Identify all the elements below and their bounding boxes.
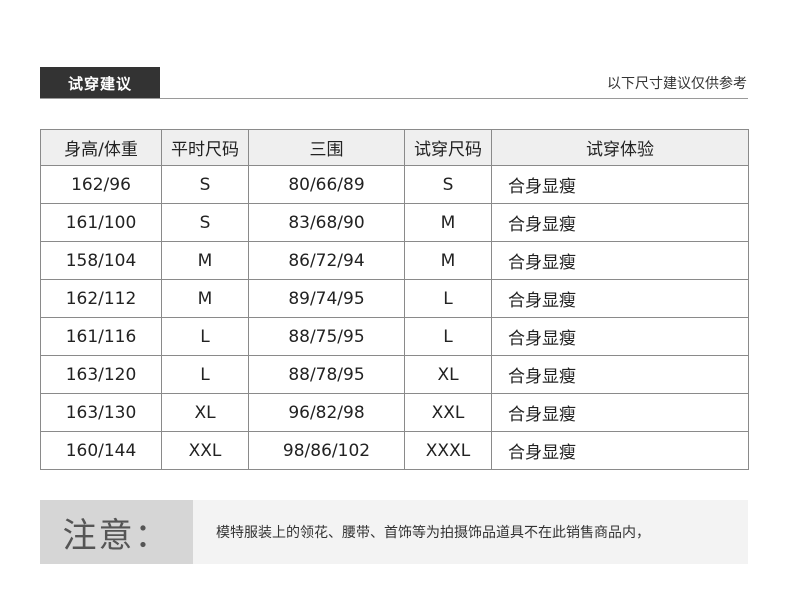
cell-height-weight: 158/104 [40,241,162,280]
section-title: 试穿建议 [40,67,160,99]
cell-trial-size: XXL [404,393,492,432]
column-header-measurements: 三围 [248,129,405,166]
cell-height-weight: 161/116 [40,317,162,356]
table-row: 162/96 S 80/66/89 S 合身显瘦 [40,165,749,204]
cell-experience: 合身显瘦 [491,393,749,432]
table-header-row: 身高/体重 平时尺码 三围 试穿尺码 试穿体验 [40,129,749,166]
cell-height-weight: 162/112 [40,279,162,318]
cell-experience: 合身显瘦 [491,203,749,242]
cell-height-weight: 160/144 [40,431,162,470]
cell-measurements: 96/82/98 [248,393,405,432]
column-header-usual-size: 平时尺码 [161,129,249,166]
cell-usual-size: M [161,279,249,318]
cell-measurements: 86/72/94 [248,241,405,280]
cell-measurements: 89/74/95 [248,279,405,318]
cell-experience: 合身显瘦 [491,355,749,394]
cell-measurements: 98/86/102 [248,431,405,470]
cell-experience: 合身显瘦 [491,165,749,204]
cell-usual-size: L [161,355,249,394]
table-row: 158/104 M 86/72/94 M 合身显瘦 [40,241,749,280]
cell-measurements: 80/66/89 [248,165,405,204]
cell-trial-size: M [404,203,492,242]
table-row: 163/120 L 88/78/95 XL 合身显瘦 [40,355,749,394]
cell-usual-size: L [161,317,249,356]
size-table: 身高/体重 平时尺码 三围 试穿尺码 试穿体验 162/96 S 80/66/8… [40,129,749,470]
cell-height-weight: 163/120 [40,355,162,394]
cell-trial-size: L [404,279,492,318]
table-row: 160/144 XXL 98/86/102 XXXL 合身显瘦 [40,431,749,470]
column-header-trial-size: 试穿尺码 [404,129,492,166]
column-header-height-weight: 身高/体重 [40,129,162,166]
cell-height-weight: 161/100 [40,203,162,242]
cell-height-weight: 162/96 [40,165,162,204]
cell-usual-size: M [161,241,249,280]
disclaimer-note: 以下尺寸建议仅供参考 [607,76,747,92]
cell-measurements: 88/75/95 [248,317,405,356]
cell-trial-size: M [404,241,492,280]
table-row: 161/116 L 88/75/95 L 合身显瘦 [40,317,749,356]
notice-text: 模特服装上的领花、腰带、首饰等为拍摄饰品道具不在此销售商品内， [216,525,650,541]
header-divider [40,98,748,99]
table-row: 161/100 S 83/68/90 M 合身显瘦 [40,203,749,242]
cell-height-weight: 163/130 [40,393,162,432]
cell-usual-size: XL [161,393,249,432]
column-header-experience: 试穿体验 [491,129,749,166]
cell-measurements: 83/68/90 [248,203,405,242]
cell-experience: 合身显瘦 [491,279,749,318]
notice-box: 注意： 模特服装上的领花、腰带、首饰等为拍摄饰品道具不在此销售商品内， [40,500,748,564]
cell-usual-size: S [161,203,249,242]
table-row: 163/130 XL 96/82/98 XXL 合身显瘦 [40,393,749,432]
cell-experience: 合身显瘦 [491,431,749,470]
cell-trial-size: XL [404,355,492,394]
cell-trial-size: S [404,165,492,204]
cell-measurements: 88/78/95 [248,355,405,394]
cell-experience: 合身显瘦 [491,317,749,356]
cell-usual-size: S [161,165,249,204]
cell-trial-size: XXXL [404,431,492,470]
cell-usual-size: XXL [161,431,249,470]
table-row: 162/112 M 89/74/95 L 合身显瘦 [40,279,749,318]
cell-experience: 合身显瘦 [491,241,749,280]
cell-trial-size: L [404,317,492,356]
notice-label: 注意： [40,500,193,564]
